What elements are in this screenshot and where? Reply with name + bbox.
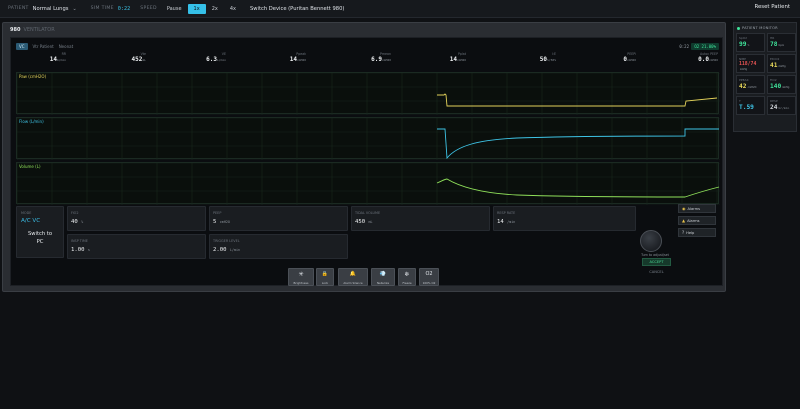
mode-card[interactable]: MODE A/C VC Switch to PC <box>16 206 64 258</box>
screen-time: 0:22 <box>679 43 689 49</box>
speed-4x-button[interactable]: 4x <box>224 4 242 14</box>
nebulize-button[interactable]: 💨 Nebulize <box>371 268 395 286</box>
neonate-text: Neonat <box>58 43 74 49</box>
ventilator-title: 980 VENTILATOR <box>10 27 55 33</box>
flow-wave-label: Flow (L/min) <box>19 119 44 124</box>
status-dot-icon <box>737 26 740 30</box>
alarm-silence-icon: 🔔 <box>349 271 357 277</box>
param-vte: Vte 452mL <box>131 52 146 63</box>
sim-time-value: 0:22 <box>117 5 131 12</box>
nebulize-icon: 💨 <box>379 271 387 277</box>
reset-patient-button[interactable]: Reset Patient <box>754 4 790 10</box>
freeze-icon: ❄ <box>404 271 410 278</box>
ventilator-screen: VC Vtr Patient Neonat 0:22 O2 21.00% RR 1… <box>10 37 723 286</box>
side-button-help[interactable]: ? Help <box>678 228 716 237</box>
chevron-down-icon: ⌄ <box>72 5 77 12</box>
volume-waveform: Volume (L) <box>16 162 720 205</box>
side-button-alarm-limits[interactable]: ▲ Alarms <box>678 216 716 225</box>
patient-type-text: Vtr Patient <box>32 43 54 49</box>
lock-button[interactable]: 🔒 Lock <box>316 268 334 286</box>
bell-icon: ◉ <box>682 206 686 211</box>
param-ve: VE 6.3L/min <box>206 52 226 63</box>
vital-spo2: SpO2 99% <box>736 33 765 52</box>
adjust-knob[interactable] <box>640 230 662 252</box>
warning-icon: ▲ <box>682 218 686 223</box>
volume-wave-label: Volume (L) <box>19 164 41 169</box>
patient-select-value: Normal Lungs <box>32 5 69 12</box>
param-ie: I:E 50%/50% <box>539 52 556 63</box>
speed-2x-button[interactable]: 2x <box>206 4 224 14</box>
vital-temp: T T.59 <box>736 96 765 115</box>
vital-resp: RESP 24br/min <box>767 96 796 115</box>
patient-label: PATIENT <box>8 6 29 11</box>
o2-icon: O2 <box>425 271 433 277</box>
vital-ppeak: PPEAK 42cmH2O <box>736 75 765 94</box>
freeze-button[interactable]: ❄ Freeze <box>398 268 416 286</box>
sim-time-label: SIM TIME <box>90 6 114 11</box>
monitor-title: PATIENT MONITOR <box>737 26 778 30</box>
pressure-waveform: Paw (cmH2O) <box>16 72 720 115</box>
screen-header: VC Vtr Patient Neonat 0:22 O2 21.00% <box>16 41 719 51</box>
ventilator-subtitle: VENTILATOR <box>23 27 55 33</box>
setting-resp-rate[interactable]: RESP RATE 14 /min <box>493 206 636 231</box>
mode-label: MODE <box>21 211 32 215</box>
param-rr: RR 14b/min <box>49 52 66 63</box>
speed-label: SPEED <box>140 6 157 11</box>
pressure-wave-svg <box>17 73 720 115</box>
flow-waveform: Flow (L/min) <box>16 117 720 160</box>
speed-1x-button[interactable]: 1x <box>187 3 206 14</box>
brightness-button[interactable]: ✳ Brightness <box>288 268 314 286</box>
cancel-button[interactable]: CANCEL <box>642 269 671 277</box>
patient-monitor: PATIENT MONITOR SpO2 99% HR 78bpm NIBP 118/… <box>733 22 797 132</box>
vital-etco2: EtCO2 41mmHg <box>767 54 796 73</box>
accept-button[interactable]: ACCEPT <box>642 258 671 266</box>
patient-select[interactable]: Normal Lungs ⌄ <box>33 6 77 12</box>
param-pmean: Pmean 6.9cmH2O <box>371 52 391 63</box>
help-icon: ? <box>682 230 685 235</box>
setting-fio2[interactable]: FiO2 40 % <box>67 206 206 231</box>
setting-insp-time[interactable]: INSP TIME 1.00 s <box>67 234 206 259</box>
param-auto-peep: Autoc PEEP 0.0cmH2O <box>698 52 718 63</box>
switch-device-button[interactable]: Switch Device (Puritan Bennett 980) <box>250 6 344 12</box>
pressure-wave-label: Paw (cmH2O) <box>19 74 47 79</box>
param-pplat: Pplat 14cmH2O <box>449 52 466 63</box>
vital-nibp: NIBP 118/74 mmHg <box>736 54 765 73</box>
switch-mode-button[interactable]: Switch to PC <box>17 230 63 246</box>
pause-button[interactable]: Pause <box>161 4 188 14</box>
vital-fio2: FiO2 140mmHg <box>767 75 796 94</box>
volume-wave-svg <box>17 163 720 205</box>
top-bar: PATIENT Normal Lungs ⌄ SIM TIME 0:22 SPE… <box>0 0 800 18</box>
flow-wave-svg <box>17 118 720 160</box>
o2-badge: O2 21.00% <box>691 42 719 50</box>
measured-params: RR 14b/min Vte 452mL VE 6.3L/min Ppeak 14cmH… <box>16 52 719 68</box>
ventilator-panel: 980 VENTILATOR VC Vtr Patient Neonat 0:22… <box>2 22 726 292</box>
vital-hr: HR 78bpm <box>767 33 796 52</box>
knob-label: Turn to adjust/set <box>641 253 669 257</box>
lock-icon: 🔒 <box>321 271 329 277</box>
o2-button[interactable]: O2 100% O2 <box>419 268 439 286</box>
setting-trigger-level[interactable]: TRIGGER LEVEL 2.00 L/min <box>209 234 348 259</box>
param-peepi: PEEPi 0cmH2O <box>623 52 636 63</box>
param-ppeak: Ppeak 14cmH2O <box>289 52 306 63</box>
mode-chip[interactable]: VC <box>16 42 28 50</box>
side-button-alarms[interactable]: ◉ Alarms <box>678 204 716 213</box>
mode-value: A/C VC <box>21 218 41 224</box>
brightness-icon: ✳ <box>298 271 304 278</box>
alarm-silence-button[interactable]: 🔔 Alarm Silence <box>338 268 368 286</box>
setting-tidal-volume[interactable]: TIDAL VOLUME 450 mL <box>351 206 490 231</box>
setting-peep[interactable]: PEEP 5 cmH2O <box>209 206 348 231</box>
